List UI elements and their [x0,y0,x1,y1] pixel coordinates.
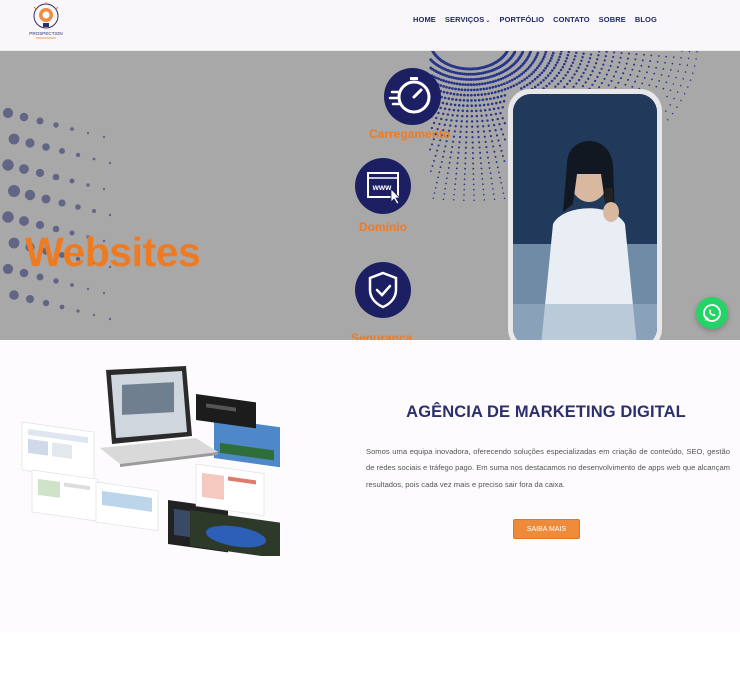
feature-label-dominio: Domínio [359,220,407,234]
website-mockups-image [18,360,290,559]
section-description: Somos uma equipa inovadora, oferecendo s… [366,447,730,489]
phone-mockup [508,89,662,340]
hero-banner: Websites Carregamento www Domínio Segura… [0,51,740,340]
www-browser-icon: www [355,158,411,214]
nav-portfolio[interactable]: PORTFÓLIO [499,15,544,24]
svg-text:www: www [372,183,392,192]
saiba-mais-button[interactable]: SAIBA MAIS [513,519,580,539]
nav-blog[interactable]: BLOG [635,15,657,24]
speedometer-icon [384,68,441,125]
logo-text: PROSPECTION [29,31,62,36]
nav-servicos-label: SERVIÇOS [444,15,485,24]
whatsapp-icon [703,304,721,322]
feature-label-seguranca: Segurança [351,331,413,340]
whatsapp-button[interactable] [696,297,728,329]
hero-title: Websites [25,229,201,275]
nav-sobre[interactable]: SOBRE [599,15,626,24]
site-header: PROSPECTION HOME SERVIÇOS⌄ PORTFÓLIO CON… [0,0,740,51]
lightbulb-logo-icon: PROSPECTION [29,2,63,39]
feature-label-carregamento: Carregamento [369,127,451,141]
nav-servicos[interactable]: SERVIÇOS⌄ [445,15,491,24]
woman-on-phone-photo [513,94,657,340]
main-nav: HOME SERVIÇOS⌄ PORTFÓLIO CONTATO SOBRE B… [413,15,657,24]
agency-section: AGÊNCIA DE MARKETING DIGITAL Somos uma e… [0,340,740,632]
logo[interactable]: PROSPECTION [29,2,63,40]
nav-contato[interactable]: CONTATO [553,15,590,24]
nav-home[interactable]: HOME [413,15,436,24]
section-title: AGÊNCIA DE MARKETING DIGITAL [406,403,686,421]
shield-check-icon [355,262,411,318]
chevron-down-icon: ⌄ [485,18,491,24]
